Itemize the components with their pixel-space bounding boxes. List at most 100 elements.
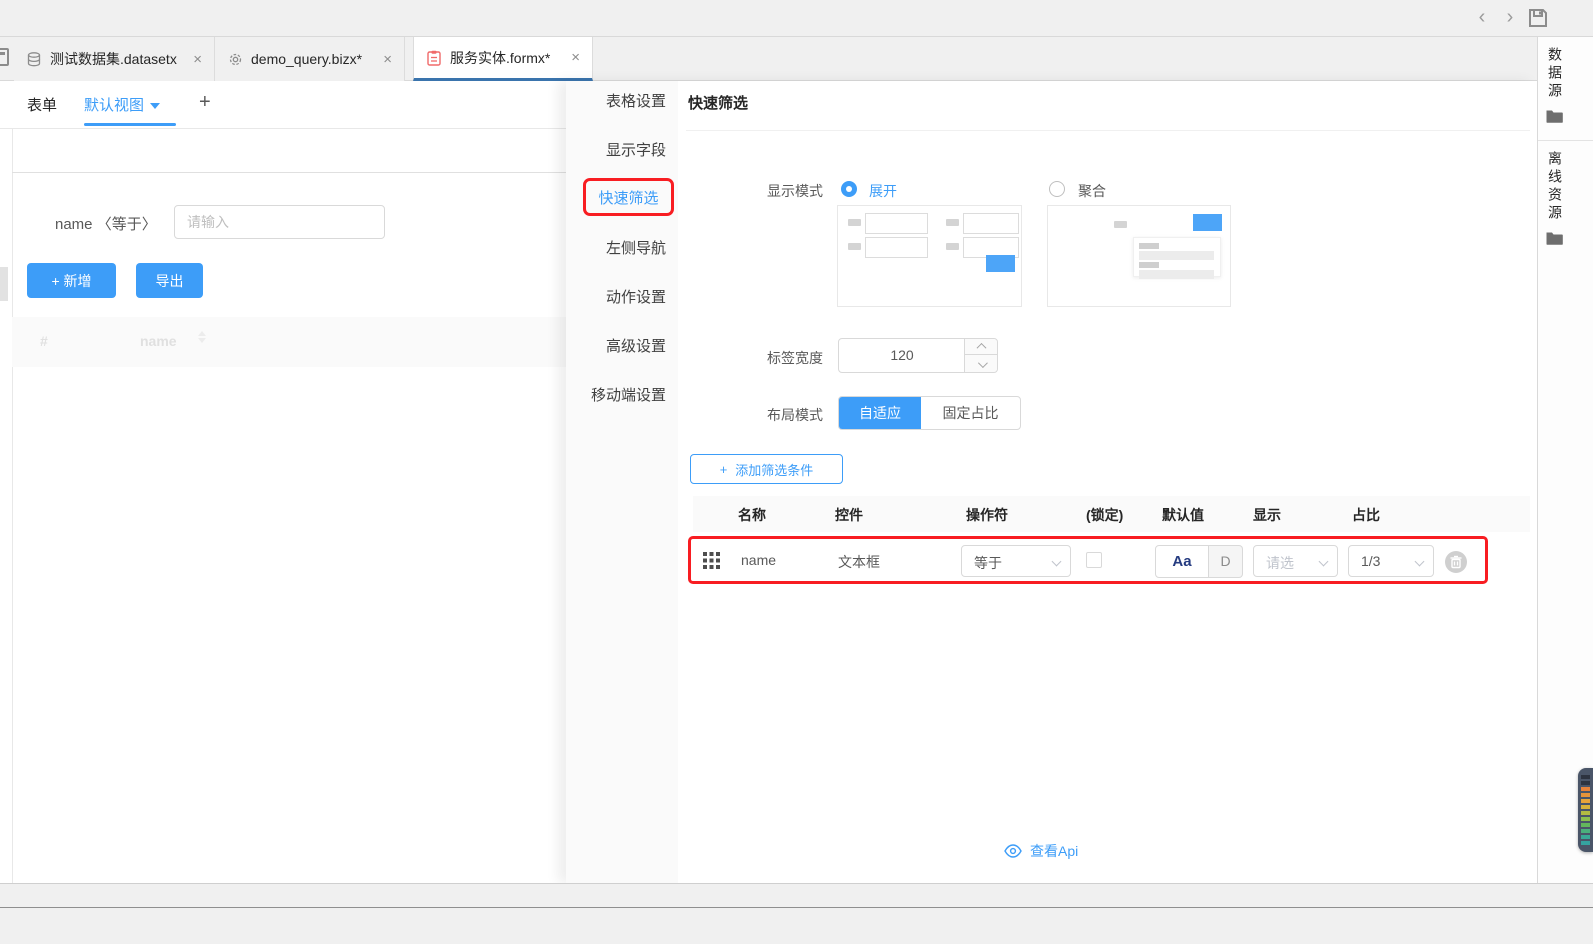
panel-collapse-handle[interactable] <box>0 267 8 301</box>
tab-label: 服务实体.formx* <box>450 49 551 66</box>
gear-icon <box>227 51 243 67</box>
menu-item-quick-filter[interactable]: 快速筛选 <box>598 187 658 207</box>
chevron-down-icon <box>1414 556 1425 567</box>
ratio-select[interactable]: 1/3 <box>1348 545 1434 577</box>
chevron-down-icon <box>1318 556 1329 567</box>
tab-form-active[interactable]: 服务实体.formx* × <box>413 37 593 81</box>
segment-adaptive[interactable]: 自适应 <box>839 397 921 429</box>
menu-item-left-nav[interactable]: 左侧导航 <box>606 237 666 257</box>
sort-icon[interactable] <box>198 331 206 343</box>
view-api-link[interactable]: 查看Api <box>1004 841 1078 861</box>
quick-filter-panel: 快速筛选 显示模式 展开 聚合 标签宽度 120 布局模式 自适应 固定占比 +… <box>678 81 1537 883</box>
default-value-type-button[interactable]: D <box>1209 545 1243 578</box>
drag-handle-icon[interactable] <box>703 552 720 569</box>
canvas-left-border <box>12 129 13 883</box>
row-control-type: 文本框 <box>838 554 880 570</box>
preview-filter-label: name 〈等于〉 <box>55 216 157 233</box>
tab-dataset[interactable]: 测试数据集.datasetx × <box>14 37 215 81</box>
stepper-down-button[interactable] <box>965 356 998 372</box>
label-width-value[interactable]: 120 <box>839 339 965 372</box>
view-api-label: 查看Api <box>1030 843 1079 859</box>
folder-icon <box>1546 109 1593 128</box>
tab-label: 测试数据集.datasetx <box>50 51 177 67</box>
delete-condition-icon[interactable] <box>1444 550 1468 574</box>
default-value-style-button[interactable]: Aa <box>1155 545 1209 578</box>
file-tab-bar: 测试数据集.datasetx × demo_query.bizx* × 服务实体… <box>0 37 1593 81</box>
menu-item-table-settings[interactable]: 表格设置 <box>606 90 666 110</box>
add-filter-condition-button[interactable]: + 添加筛选条件 <box>690 454 843 484</box>
database-icon <box>26 51 42 67</box>
label-width-label: 标签宽度 <box>767 350 823 366</box>
panel-title: 快速筛选 <box>688 95 749 112</box>
tab-form-mode[interactable]: 表单 <box>27 94 57 115</box>
menu-item-action-settings[interactable]: 动作设置 <box>606 286 666 306</box>
datasource-label: 数据源 <box>1547 47 1563 101</box>
name-column-header: name <box>140 333 177 349</box>
stepper-up-button[interactable] <box>965 339 998 355</box>
menu-item-display-fields[interactable]: 显示字段 <box>606 139 666 159</box>
sidebar-item-offline-resources[interactable]: 离线资源 <box>1538 140 1593 262</box>
tab-query[interactable]: demo_query.bizx* × <box>215 37 405 81</box>
add-view-button[interactable]: + <box>199 91 211 114</box>
offline-resources-label: 离线资源 <box>1547 151 1563 223</box>
close-icon[interactable]: × <box>571 49 580 66</box>
nav-forward-icon[interactable]: › <box>1498 5 1522 31</box>
operator-value: 等于 <box>974 555 1002 571</box>
tab-label: demo_query.bizx* <box>251 51 363 67</box>
radio-aggregate-label[interactable]: 聚合 <box>1078 181 1106 201</box>
export-button[interactable]: 导出 <box>136 263 203 298</box>
sidebar-item-datasource[interactable]: 数据源 <box>1538 37 1593 140</box>
color-scrollbar-widget[interactable] <box>1578 768 1593 852</box>
col-control: 控件 <box>835 507 863 523</box>
radio-expand-label[interactable]: 展开 <box>869 181 897 201</box>
locked-checkbox[interactable] <box>1086 552 1102 568</box>
chevron-down-icon <box>1051 556 1062 567</box>
conditions-table-header: 名称 控件 操作符 (锁定) 默认值 显示 占比 <box>693 496 1530 532</box>
index-column-header: # <box>40 333 48 349</box>
condition-row-highlighted: name 文本框 等于 Aa D 请选 1/3 <box>688 536 1488 584</box>
app-window: ‹ › 测试数据集.datasetx × demo_query.bizx* × <box>0 0 1593 944</box>
segment-fixed-ratio[interactable]: 固定占比 <box>921 397 1020 429</box>
active-menu-highlight-ring: 快速筛选 <box>583 178 674 216</box>
save-icon[interactable] <box>1527 7 1549 29</box>
number-stepper <box>964 339 998 372</box>
add-record-button[interactable]: + 新增 <box>27 263 116 298</box>
ratio-value: 1/3 <box>1361 553 1381 569</box>
menu-item-advanced[interactable]: 高级设置 <box>606 335 666 355</box>
radio-expand[interactable] <box>841 181 857 197</box>
col-default: 默认值 <box>1162 507 1204 523</box>
col-name: 名称 <box>738 507 766 523</box>
eye-icon <box>1004 844 1022 858</box>
display-select[interactable]: 请选 <box>1253 545 1338 577</box>
label-width-input[interactable]: 120 <box>838 338 998 373</box>
display-placeholder: 请选 <box>1266 555 1294 571</box>
panel-divider <box>686 130 1530 131</box>
bottom-status-strip <box>0 883 1593 944</box>
nav-back-icon[interactable]: ‹ <box>1470 5 1494 31</box>
row-field-name: name <box>741 552 777 568</box>
bottom-divider-line <box>0 907 1593 908</box>
layout-mode-label: 布局模式 <box>767 407 823 423</box>
add-record-label: 新增 <box>63 272 92 289</box>
operator-select[interactable]: 等于 <box>961 545 1071 577</box>
col-locked: (锁定) <box>1086 507 1124 523</box>
top-toolbar: ‹ › <box>0 0 1593 37</box>
caret-down-icon <box>150 103 161 110</box>
col-ratio: 占比 <box>1352 507 1380 523</box>
settings-drawer: 表格设置 显示字段 快速筛选 左侧导航 动作设置 高级设置 移动端设置 快速筛选… <box>566 81 1537 883</box>
folder-icon <box>1546 231 1593 250</box>
restore-window-icon[interactable] <box>0 48 9 66</box>
preview-filter-input[interactable] <box>174 205 385 239</box>
close-icon[interactable]: × <box>193 51 202 68</box>
layout-mode-toggle: 自适应 固定占比 <box>838 396 1021 430</box>
menu-item-mobile[interactable]: 移动端设置 <box>591 384 666 404</box>
tab-default-view[interactable]: 默认视图 <box>84 94 161 115</box>
radio-aggregate[interactable] <box>1049 181 1065 197</box>
col-operator: 操作符 <box>966 507 1008 523</box>
active-view-underline <box>84 123 176 126</box>
add-filter-condition-label: 添加筛选条件 <box>735 462 814 478</box>
form-file-icon <box>426 50 442 66</box>
close-icon[interactable]: × <box>383 51 392 68</box>
settings-menu: 表格设置 显示字段 快速筛选 左侧导航 动作设置 高级设置 移动端设置 <box>566 81 678 883</box>
plus-icon: + <box>51 272 60 289</box>
